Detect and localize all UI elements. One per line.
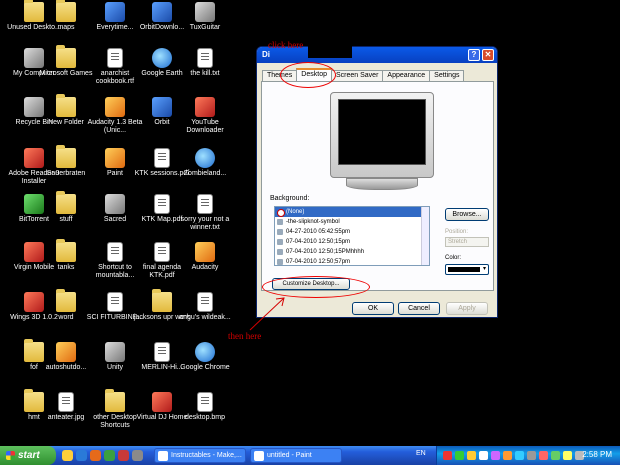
tray-icon[interactable]: [551, 451, 560, 460]
tray-icon[interactable]: [503, 451, 512, 460]
annotation-arrow: [249, 297, 285, 331]
tray-icon[interactable]: [563, 451, 572, 460]
tray-icon[interactable]: [455, 451, 464, 460]
app-icon[interactable]: [132, 450, 143, 461]
then-here-annotation: then here: [228, 331, 262, 341]
clock: 2:58 PM: [582, 450, 612, 459]
tray-icon[interactable]: [479, 451, 488, 460]
tray-icon[interactable]: [539, 451, 548, 460]
tray-icon[interactable]: [467, 451, 476, 460]
app-icon[interactable]: [118, 450, 129, 461]
taskbar: start Instructables - Make,... untitled …: [0, 446, 620, 465]
taskbar-task[interactable]: untitled - Paint: [250, 448, 342, 463]
start-button[interactable]: start: [0, 446, 56, 465]
tray-icon[interactable]: [491, 451, 500, 460]
tray-icon[interactable]: [443, 451, 452, 460]
show-desktop-icon[interactable]: [62, 450, 73, 461]
browser-icon[interactable]: [76, 450, 87, 461]
tray-icon[interactable]: [515, 451, 524, 460]
taskbar-task[interactable]: Instructables - Make,...: [154, 448, 246, 463]
system-tray: 2:58 PM: [436, 446, 620, 465]
language-indicator[interactable]: EN: [416, 450, 426, 457]
tray-icon[interactable]: [527, 451, 536, 460]
media-icon[interactable]: [104, 450, 115, 461]
firefox-icon[interactable]: [90, 450, 101, 461]
